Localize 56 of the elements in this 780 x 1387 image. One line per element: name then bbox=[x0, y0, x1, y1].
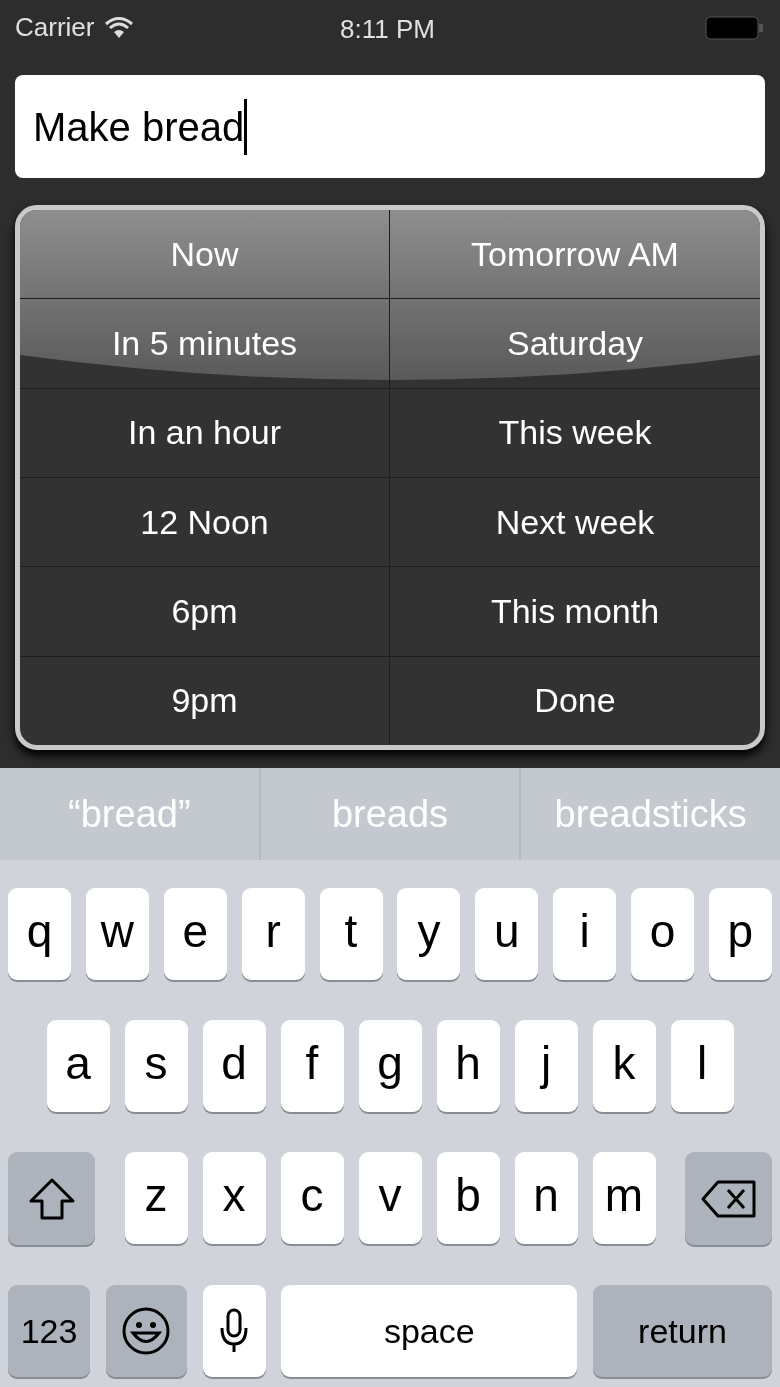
delete-key[interactable] bbox=[685, 1152, 772, 1245]
battery-icon bbox=[705, 15, 765, 40]
time-option[interactable]: Saturday bbox=[390, 299, 760, 389]
key[interactable]: b bbox=[436, 1152, 500, 1244]
key[interactable]: c bbox=[280, 1152, 344, 1244]
emoji-key[interactable] bbox=[105, 1285, 187, 1377]
key[interactable]: r bbox=[241, 888, 305, 980]
dictation-key[interactable] bbox=[202, 1285, 266, 1377]
key[interactable]: e bbox=[163, 888, 227, 980]
text-field[interactable]: Make bread bbox=[15, 75, 765, 178]
time-option[interactable]: This week bbox=[390, 388, 760, 478]
field-value: Make bread bbox=[33, 103, 245, 151]
key[interactable]: k bbox=[592, 1020, 656, 1112]
backspace-icon bbox=[699, 1178, 758, 1219]
time-option[interactable]: Next week bbox=[390, 478, 760, 568]
key[interactable]: n bbox=[514, 1152, 578, 1244]
time-option[interactable]: In 5 minutes bbox=[20, 299, 390, 389]
time-option[interactable]: Now bbox=[20, 210, 390, 300]
key[interactable]: y bbox=[397, 888, 461, 980]
key[interactable]: w bbox=[85, 888, 149, 980]
wifi-icon bbox=[104, 16, 135, 39]
smiley-icon bbox=[121, 1306, 172, 1356]
key[interactable]: v bbox=[358, 1152, 422, 1244]
key[interactable]: t bbox=[319, 888, 383, 980]
key[interactable]: s bbox=[124, 1020, 188, 1112]
key[interactable]: p bbox=[708, 888, 772, 980]
shift-key[interactable] bbox=[8, 1152, 95, 1245]
key[interactable]: u bbox=[475, 888, 539, 980]
text-cursor bbox=[244, 98, 248, 155]
time-option[interactable]: Tomorrow AM bbox=[390, 210, 760, 300]
time-option[interactable]: This month bbox=[390, 567, 760, 657]
time-option[interactable]: 6pm bbox=[20, 567, 390, 657]
carrier-name: Carrier bbox=[15, 11, 95, 44]
key[interactable]: o bbox=[631, 888, 694, 980]
key[interactable]: a bbox=[46, 1020, 110, 1112]
key[interactable]: g bbox=[358, 1020, 422, 1112]
microphone-icon bbox=[219, 1308, 249, 1354]
key[interactable]: q bbox=[8, 888, 71, 980]
return-key[interactable]: return bbox=[593, 1285, 772, 1377]
key[interactable]: x bbox=[202, 1152, 266, 1244]
time-option[interactable]: 9pm bbox=[20, 656, 390, 745]
clock: 8:11 PM bbox=[340, 13, 435, 46]
time-option[interactable]: 12 Noon bbox=[20, 478, 390, 568]
space-key[interactable]: space bbox=[281, 1285, 578, 1377]
key[interactable]: l bbox=[670, 1020, 734, 1112]
time-option[interactable]: In an hour bbox=[20, 388, 390, 478]
time-option[interactable]: Done bbox=[390, 656, 760, 745]
key[interactable]: m bbox=[592, 1152, 656, 1244]
key[interactable]: f bbox=[280, 1020, 344, 1112]
shift-icon bbox=[27, 1176, 76, 1221]
key[interactable]: z bbox=[124, 1152, 188, 1244]
numbers-key[interactable]: 123 bbox=[8, 1285, 90, 1377]
key[interactable]: i bbox=[553, 888, 617, 980]
key[interactable]: j bbox=[514, 1020, 578, 1112]
key[interactable]: h bbox=[436, 1020, 500, 1112]
key[interactable]: d bbox=[202, 1020, 266, 1112]
